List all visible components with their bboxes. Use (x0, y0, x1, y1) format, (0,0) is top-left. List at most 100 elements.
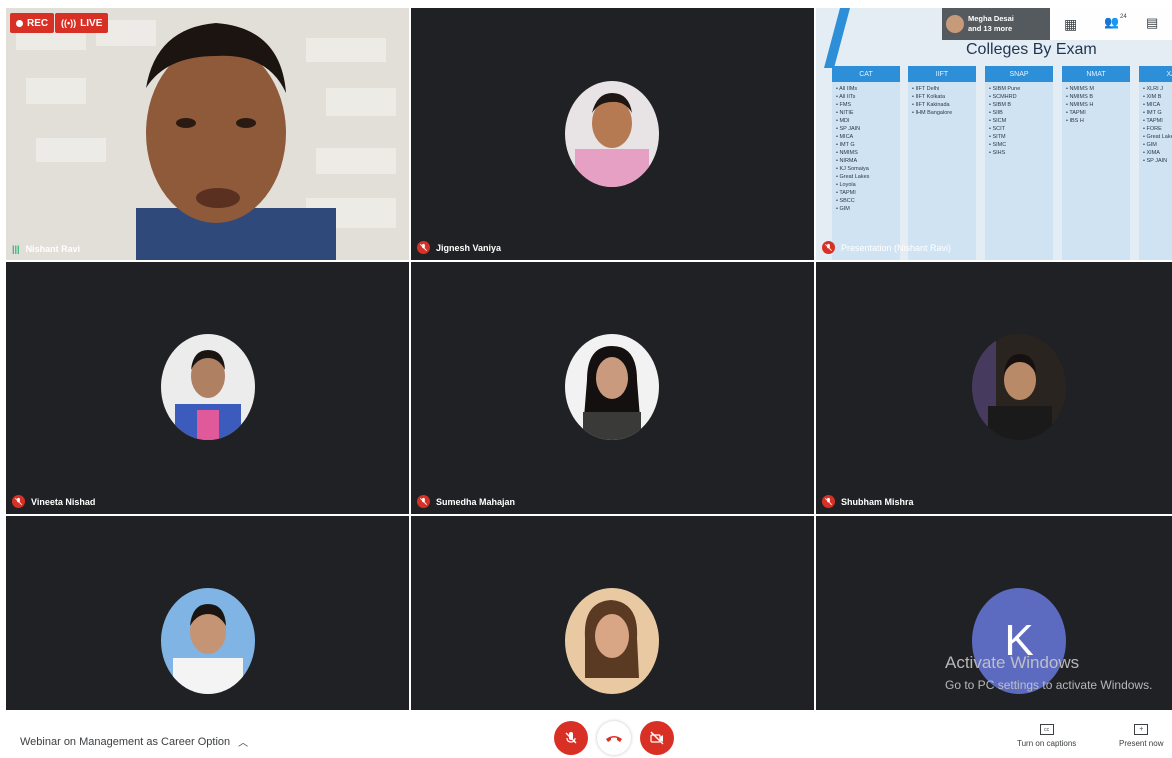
participants-text: Megha Desai and 13 more (968, 14, 1014, 34)
chat-icon[interactable]: ▤ (1146, 15, 1158, 31)
list-item: • TAPMI (836, 190, 856, 196)
list-item: • NIRMA (836, 158, 858, 164)
list-item: • TAPMI (1143, 118, 1163, 124)
list-item: • IIFT Delhi (912, 86, 940, 92)
college-list: • All IIMs • All IITs • FMS • NITIE • MD… (832, 85, 900, 213)
slide-column-xat: XAT • XLRI J • XIM B • MICA • IMT G • TA… (1139, 66, 1172, 260)
list-item: • MICA (1143, 102, 1161, 108)
present-icon: + (1134, 724, 1149, 735)
avatar (565, 588, 659, 694)
column-header: XAT (1139, 66, 1172, 82)
tile-vineeta-nishad[interactable]: Vineeta Nishad (6, 262, 409, 514)
list-item: • MICA (836, 134, 854, 140)
tile-participant-8[interactable] (411, 516, 814, 710)
column-header: SNAP (985, 66, 1053, 82)
sumedha-photo (565, 334, 659, 440)
list-item: • SIMC (989, 142, 1007, 148)
tile-presentation[interactable]: Colleges By Exam CAT • All IIMs • All II… (816, 8, 1172, 260)
participants-first: Megha Desai (968, 14, 1014, 23)
list-item: • NMIMS B (1066, 94, 1093, 100)
tile-nishant-ravi[interactable]: REC ((•)) LIVE ||| Nishant Ravi (6, 8, 409, 260)
list-item: • FORE (1143, 126, 1162, 132)
list-item: • SBCC (836, 198, 855, 204)
column-header: IIFT (908, 66, 976, 82)
list-item: • SIHS (989, 150, 1006, 156)
leave-call-button[interactable] (597, 721, 631, 755)
list-item: • IMT G (836, 142, 855, 148)
activate-windows-title: Activate Windows (945, 653, 1080, 672)
participants-summary[interactable]: Megha Desai and 13 more (942, 8, 1050, 40)
tile-sumedha-mahajan[interactable]: Sumedha Mahajan (411, 262, 814, 514)
list-item: • FMS (836, 102, 852, 108)
college-list: • SIBM Pune • SCMHRD • SIBM B • SIIB • S… (985, 85, 1053, 157)
list-item: • MDI (836, 118, 850, 124)
mic-off-icon (12, 495, 25, 508)
slide-title: Colleges By Exam (966, 41, 1097, 58)
slide-column-cat: CAT • All IIMs • All IITs • FMS • NITIE … (832, 66, 900, 260)
list-item: • SIIB (989, 110, 1003, 116)
present-now-button[interactable]: + Present now (1119, 724, 1163, 748)
column-header: CAT (832, 66, 900, 82)
avatar (161, 588, 255, 694)
participant-name-label: Shubham Mishra (822, 495, 914, 508)
meeting-details-button[interactable]: Webinar on Management as Career Option ︿ (20, 734, 248, 750)
activate-windows-subtitle: Go to PC settings to activate Windows. (945, 678, 1153, 692)
list-item: • SP JAIN (1143, 158, 1168, 164)
mic-off-icon (417, 241, 430, 254)
participant-name-label: ||| Nishant Ravi (12, 244, 80, 254)
list-item: • All IITs (836, 94, 856, 100)
tile-shubham-mishra[interactable]: Shubham Mishra (816, 262, 1172, 514)
tile-participant-7[interactable] (6, 516, 409, 710)
avatar (565, 334, 659, 440)
participant-name: Jignesh Vaniya (436, 242, 502, 253)
captions-label: Turn on captions (1017, 739, 1077, 748)
audio-active-icon: ||| (12, 244, 20, 254)
mic-off-icon (417, 495, 430, 508)
camera-toggle-button[interactable] (640, 721, 674, 755)
tile-jignesh-vaniya[interactable]: Jignesh Vaniya (411, 8, 814, 260)
mic-toggle-button[interactable] (554, 721, 588, 755)
list-item: • KJ Somaiya (836, 166, 869, 172)
participant-name-label: Presentation (Nishant Ravi) (822, 241, 951, 254)
participant-name: Vineeta Nishad (31, 496, 96, 507)
college-list: • NMIMS M • NMIMS B • NMIMS H • TAPMI • … (1062, 85, 1130, 125)
participant-name-label: Vineeta Nishad (12, 495, 95, 508)
column-header: NMAT (1062, 66, 1130, 82)
meeting-toolbar: Webinar on Management as Career Option ︿… (0, 710, 1172, 758)
participants-more: and 13 more (968, 24, 1013, 33)
list-item: • GIM (836, 206, 850, 212)
hang-up-icon (606, 736, 622, 742)
list-item: • NMIMS M (1066, 86, 1094, 92)
list-item: • Great Lakes (1143, 134, 1172, 140)
captions-icon: cc (1039, 724, 1054, 735)
mic-off-icon (822, 495, 835, 508)
list-item: • XLRI J (1143, 86, 1163, 92)
participant-7-photo (161, 588, 255, 694)
participant-name-label: Jignesh Vaniya (417, 241, 501, 254)
mic-off-icon (822, 241, 835, 254)
list-item: • NMIMS H (1066, 102, 1094, 108)
list-item: • Great Lakes (836, 174, 870, 180)
slide-column-iift: IIFT • IIFT Delhi • IIFT Kolkata • IIFT … (908, 66, 976, 260)
rec-badge: REC (10, 13, 55, 33)
captions-button[interactable]: cc Turn on captions (1017, 724, 1076, 748)
list-item: • SCIT (989, 126, 1005, 132)
grid-layout-icon[interactable]: ▦ (1064, 16, 1077, 33)
list-item: • IIFT Kakinada (912, 102, 950, 108)
rec-dot-icon (16, 19, 23, 27)
list-item: • XIMA (1143, 150, 1160, 156)
list-item: • TAPMI (1066, 110, 1086, 116)
list-item: • NITIE (836, 110, 854, 116)
top-right-controls: ▦ 👥 24 ▤ (1050, 8, 1172, 40)
list-item: • IMT G (1143, 110, 1162, 116)
rec-label: REC (27, 17, 49, 29)
avatar (946, 15, 964, 33)
nishant-video (6, 8, 409, 260)
list-item: • SIBM B (989, 102, 1012, 108)
list-item: • SITM (989, 134, 1006, 140)
people-icon[interactable]: 👥 (1104, 15, 1119, 29)
list-item: • SIBM Pune (989, 86, 1021, 92)
avatar (161, 334, 255, 440)
people-count: 24 (1120, 14, 1127, 20)
live-broadcast-icon: ((•)) (61, 18, 77, 28)
